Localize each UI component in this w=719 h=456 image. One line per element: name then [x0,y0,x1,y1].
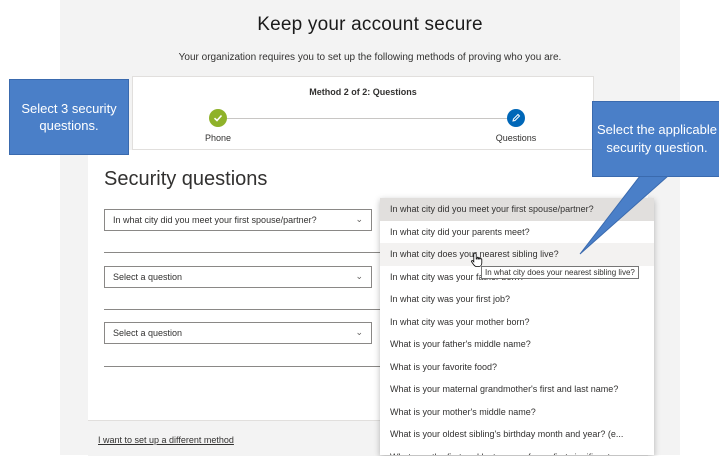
section-heading: Security questions [104,168,268,190]
callout-select-applicable: Select the applicable security question. [592,101,719,177]
progress-card: Method 2 of 2: Questions Phone Questions [132,76,594,150]
dropdown-option[interactable]: What is your maternal grandmother's firs… [380,378,654,401]
dropdown-option[interactable]: What is your favorite food? [380,356,654,379]
dropdown-option[interactable]: What is your mother's middle name? [380,401,654,424]
question-select-2[interactable]: Select a question ⌄ [104,266,372,288]
answer-input-1[interactable] [104,252,384,253]
different-method-link[interactable]: I want to set up a different method [98,435,234,445]
chevron-down-icon: ⌄ [355,271,363,281]
question-select-1-value: In what city did you meet your first spo… [113,215,317,225]
page-subtitle: Your organization requires you to set up… [178,52,562,63]
question-select-3[interactable]: Select a question ⌄ [104,322,372,344]
dropdown-option[interactable]: In what city did you meet your first spo… [380,198,654,221]
dropdown-option[interactable]: In what city was your first job? [380,288,654,311]
question-select-2-value: Select a question [113,272,183,282]
question-select-1[interactable]: In what city did you meet your first spo… [104,209,372,231]
question-select-3-value: Select a question [113,328,183,338]
dropdown-option[interactable]: What is your oldest sibling's birthday m… [380,423,654,446]
answer-input-3[interactable] [104,366,384,367]
method-label: Method 2 of 2: Questions [309,87,417,97]
page-title: Keep your account secure [257,14,483,35]
question-dropdown-list[interactable]: In what city did you meet your first spo… [380,198,654,455]
step-questions-label: Questions [495,133,537,143]
pencil-icon [507,109,525,127]
chevron-down-icon: ⌄ [355,327,363,337]
dropdown-option[interactable]: In what city does your nearest sibling l… [380,243,654,266]
hand-cursor-icon [471,252,483,267]
callout-select-questions: Select 3 security questions. [9,79,129,155]
dropdown-option[interactable]: What is your father's middle name? [380,333,654,356]
step-phone-label: Phone [204,133,232,143]
dropdown-option[interactable]: In what city did your parents meet? [380,221,654,244]
dropdown-option[interactable]: What was the first and last name of your… [380,446,654,456]
dropdown-option[interactable]: In what city was your mother born? [380,311,654,334]
chevron-down-icon: ⌄ [355,214,363,224]
answer-input-2[interactable] [104,309,384,310]
step-connector [219,118,515,119]
check-icon [209,109,227,127]
option-tooltip: In what city does your nearest sibling l… [481,266,639,279]
